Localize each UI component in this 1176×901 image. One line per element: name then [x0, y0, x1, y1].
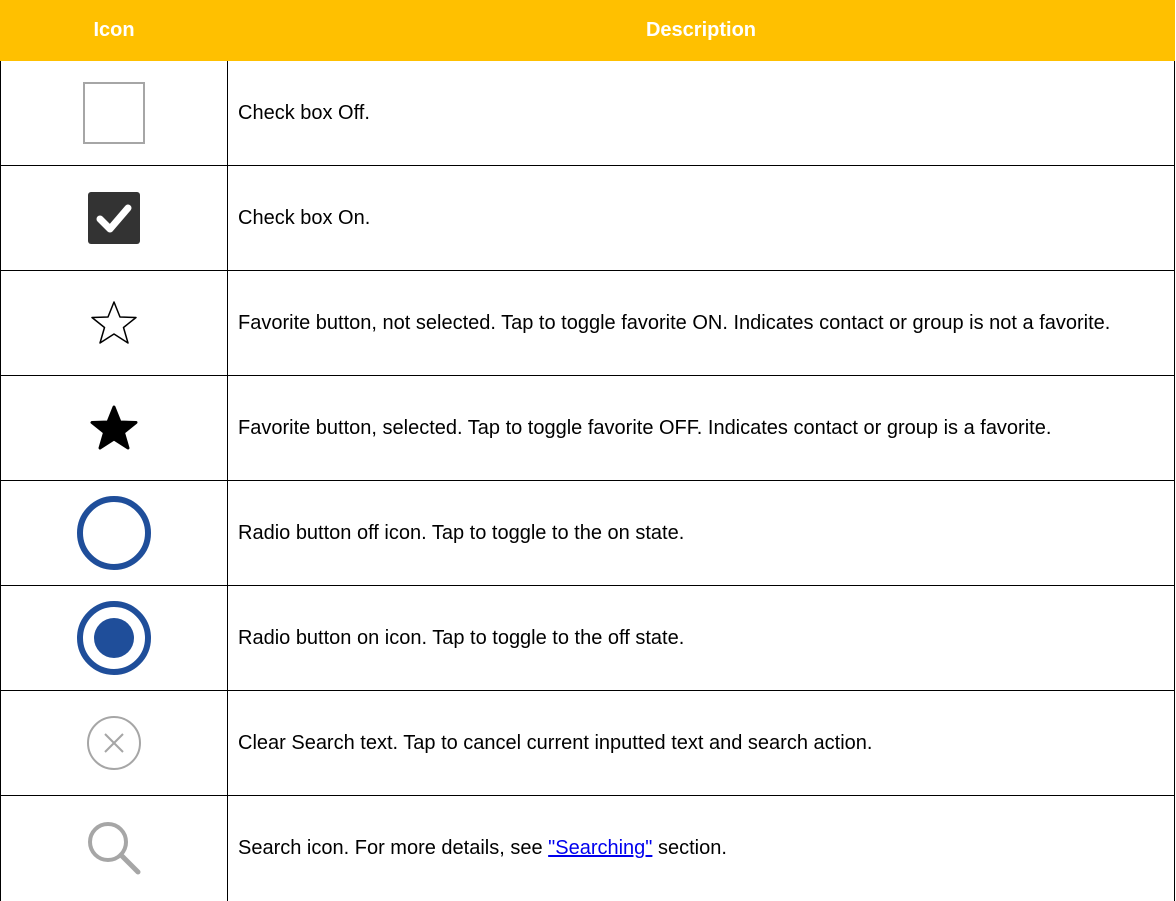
description-cell: Favorite button, not selected. Tap to to… — [227, 270, 1175, 376]
icon-cell — [0, 165, 228, 271]
star-outline-icon — [91, 301, 137, 344]
table-row: Radio button off icon. Tap to toggle to … — [0, 480, 1175, 586]
description-prefix: Search icon. For more details, see — [238, 837, 549, 860]
icon-cell — [0, 60, 228, 166]
description-cell: Clear Search text. Tap to cancel current… — [227, 690, 1175, 796]
icon-cell — [0, 270, 228, 376]
table-row: Favorite button, selected. Tap to toggle… — [0, 375, 1175, 481]
search-icon — [88, 822, 141, 875]
checkbox-off-icon — [83, 82, 145, 144]
icon-cell — [0, 795, 228, 901]
table-row: Radio button on icon. Tap to toggle to t… — [0, 585, 1175, 691]
description-cell: Check box Off. — [227, 60, 1175, 166]
description-cell: Radio button on icon. Tap to toggle to t… — [227, 585, 1175, 691]
icon-cell — [0, 480, 228, 586]
icon-cell — [0, 585, 228, 691]
searching-link[interactable]: "Searching" — [548, 837, 652, 859]
table-row: Check box On. — [0, 165, 1175, 271]
star-filled-icon — [90, 405, 138, 450]
header-icon: Icon — [0, 0, 228, 61]
icon-description-table: Icon Description Check box Off. Check bo… — [0, 0, 1175, 901]
header-description: Description — [227, 0, 1175, 61]
table-row: Check box Off. — [0, 60, 1175, 166]
table-row: Search icon. For more details, see "Sear… — [0, 795, 1175, 901]
clear-search-icon — [87, 716, 141, 770]
icon-cell — [0, 375, 228, 481]
table-row: Favorite button, not selected. Tap to to… — [0, 270, 1175, 376]
description-cell: Radio button off icon. Tap to toggle to … — [227, 480, 1175, 586]
icon-cell — [0, 690, 228, 796]
description-cell: Favorite button, selected. Tap to toggle… — [227, 375, 1175, 481]
radio-on-icon — [77, 601, 151, 675]
radio-off-icon — [77, 496, 151, 570]
header-row: Icon Description — [0, 0, 1175, 61]
description-cell: Check box On. — [227, 165, 1175, 271]
description-suffix: section. — [652, 837, 727, 860]
checkbox-on-icon — [88, 192, 140, 244]
description-cell: Search icon. For more details, see "Sear… — [227, 795, 1175, 901]
table-row: Clear Search text. Tap to cancel current… — [0, 690, 1175, 796]
